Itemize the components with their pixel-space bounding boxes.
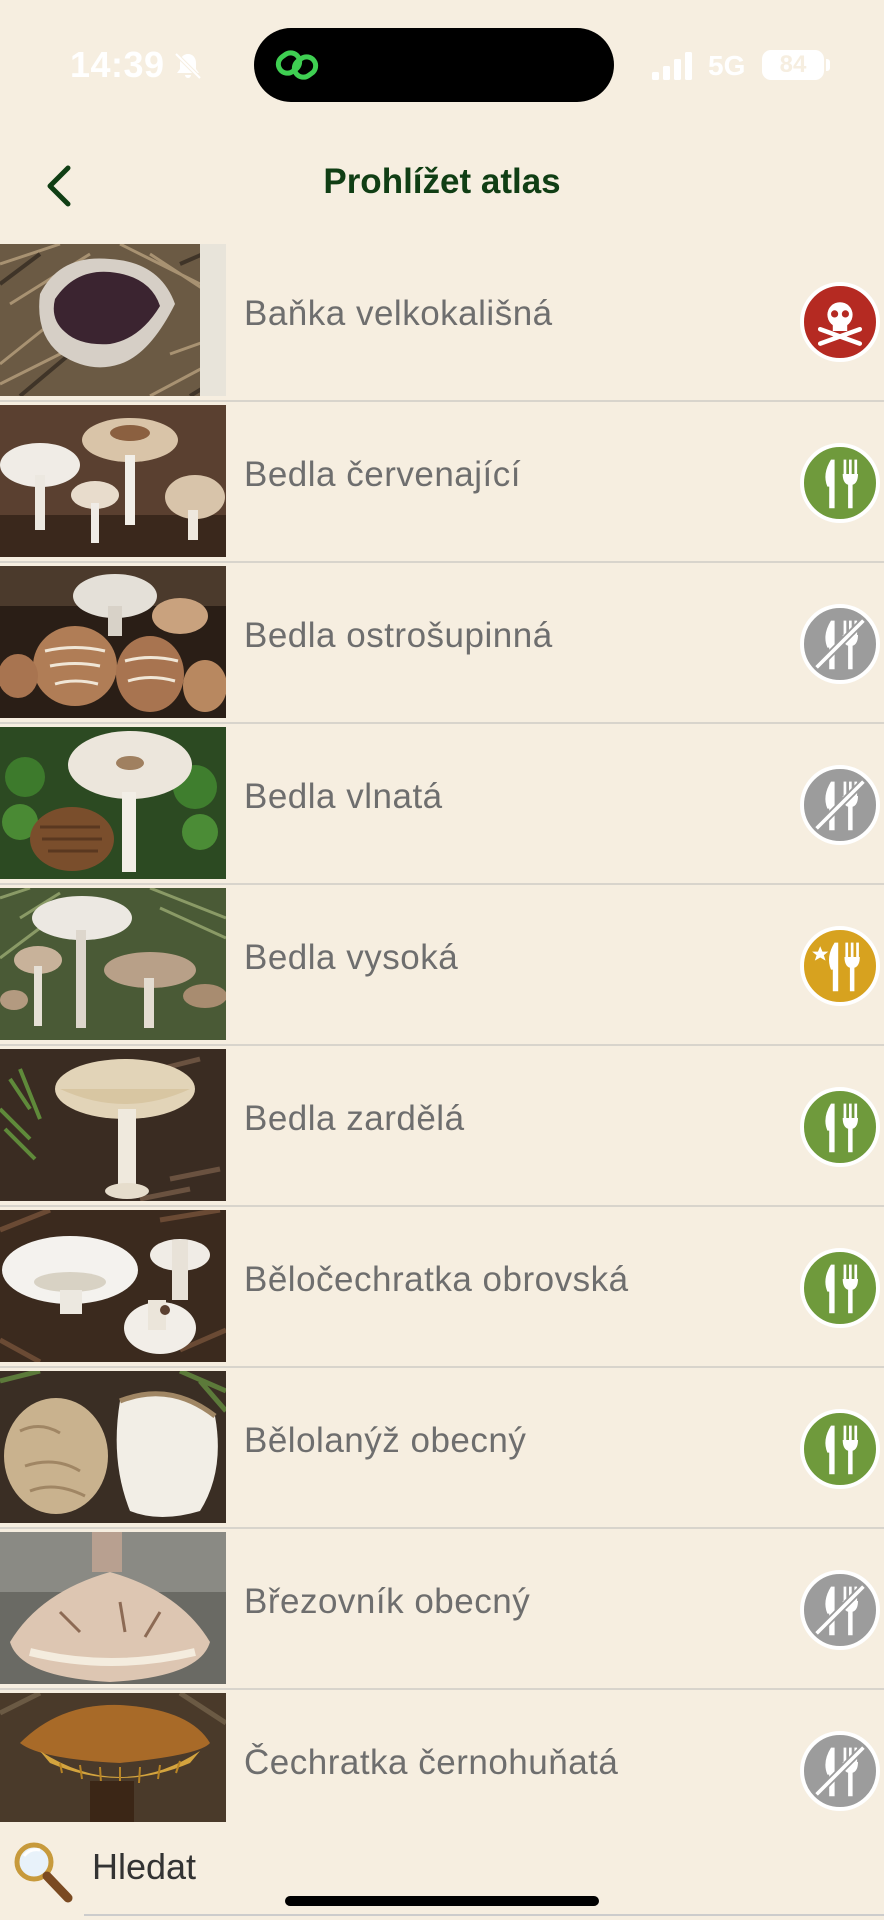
navigation-header: Prohlížet atlas [0,140,884,230]
mushroom-name: Běločechratka obrovská [244,1260,629,1299]
list-item[interactable]: Bedla ostrošupinná [0,566,884,727]
link-icon [275,50,319,80]
search-underline [84,1914,884,1916]
status-bar: 14:39 5G 84 [0,0,884,130]
cellular-signal-icon [652,52,692,80]
list-item[interactable]: Běločechratka obrovská [0,1210,884,1371]
mushroom-name: Bělolanýž obecný [244,1421,527,1460]
mushroom-name: Bedla vysoká [244,938,459,977]
bell-muted-icon [174,52,202,80]
list-item[interactable]: Březovník obecný [0,1532,884,1693]
home-indicator[interactable] [285,1896,599,1906]
mushroom-photo [0,566,226,718]
inedible-icon [800,1570,880,1650]
row-divider [0,400,884,402]
edible-icon [800,1087,880,1167]
edible-icon [800,1248,880,1328]
inedible-icon [800,604,880,684]
mushroom-list[interactable]: Baňka velkokališná Bedla červenající Bed… [0,244,884,1822]
status-time: 14:39 [70,44,165,85]
row-divider [0,883,884,885]
list-item[interactable]: Bělolanýž obecný [0,1371,884,1532]
page-title: Prohlížet atlas [323,162,561,201]
mushroom-name: Březovník obecný [244,1582,531,1621]
battery-tip [826,59,830,71]
row-divider [0,561,884,563]
list-item[interactable]: Bedla vysoká [0,888,884,1049]
mushroom-photo [0,1532,226,1684]
row-divider [0,1688,884,1690]
mushroom-photo [0,727,226,879]
mushroom-photo [0,888,226,1040]
battery-indicator: 84 [762,50,824,80]
mushroom-name: Bedla zardělá [244,1099,465,1138]
mushroom-photo [0,1693,226,1822]
inedible-icon [800,1731,880,1811]
edible-icon [800,1409,880,1489]
magnifier-icon[interactable] [10,1838,74,1904]
mushroom-name: Baňka velkokališná [244,294,553,333]
mushroom-name: Bedla červenající [244,455,521,494]
dynamic-island [254,28,614,102]
mushroom-photo [0,1049,226,1201]
mushroom-photo [0,244,226,396]
row-divider [0,722,884,724]
mushroom-name: Čechratka černohuňatá [244,1743,619,1782]
list-item[interactable]: Čechratka černohuňatá [0,1693,884,1822]
mushroom-photo [0,1371,226,1523]
row-divider [0,1527,884,1529]
row-divider [0,1044,884,1046]
network-type: 5G [708,50,746,81]
mushroom-name: Bedla vlnatá [244,777,443,816]
inedible-icon [800,765,880,845]
list-item[interactable]: Bedla vlnatá [0,727,884,888]
edible-icon [800,443,880,523]
mushroom-photo [0,405,226,557]
list-item[interactable]: Bedla červenající [0,405,884,566]
choice-edible-icon [800,926,880,1006]
mushroom-name: Bedla ostrošupinná [244,616,553,655]
mushroom-photo [0,1210,226,1362]
search-label[interactable]: Hledat [92,1846,196,1888]
list-item[interactable]: Baňka velkokališná [0,244,884,405]
row-divider [0,1366,884,1368]
row-divider [0,1205,884,1207]
poisonous-icon [800,282,880,362]
list-item[interactable]: Bedla zardělá [0,1049,884,1210]
